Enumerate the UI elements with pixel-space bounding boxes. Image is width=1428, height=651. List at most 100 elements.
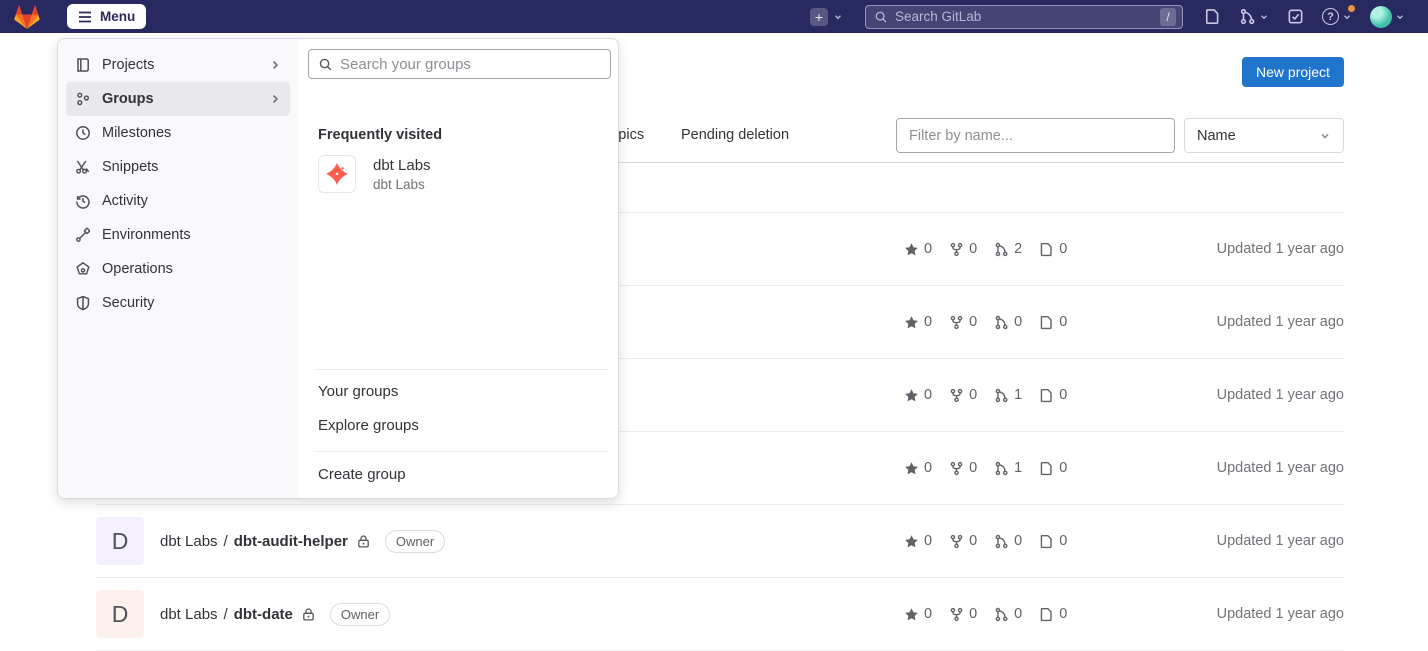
issues-icon: [1039, 388, 1054, 403]
star-count[interactable]: 0: [904, 241, 932, 257]
new-menu-dropdown[interactable]: +: [810, 8, 843, 26]
your-groups-link[interactable]: Your groups: [318, 375, 398, 409]
fork-count[interactable]: 0: [949, 387, 977, 403]
fork-icon: [949, 242, 964, 257]
user-menu-dropdown[interactable]: [1370, 6, 1405, 28]
project-name[interactable]: dbt-date: [234, 606, 293, 623]
star-count[interactable]: 0: [904, 606, 932, 622]
menu-item-snippets[interactable]: Snippets: [66, 150, 290, 184]
star-icon: [904, 388, 919, 403]
issue-count[interactable]: 0: [1039, 387, 1067, 403]
global-search-input[interactable]: [895, 9, 1153, 24]
fork-count[interactable]: 0: [949, 606, 977, 622]
lock-icon: [301, 607, 316, 622]
group-search-box[interactable]: [308, 49, 611, 79]
table-row: D dbt Labs / dbt-date Owner 0 0 0 0 Upda…: [96, 578, 1344, 651]
sort-value: Name: [1197, 128, 1236, 144]
project-avatar[interactable]: D: [96, 590, 144, 638]
merge-request-count[interactable]: 0: [994, 606, 1022, 622]
role-badge: Owner: [330, 603, 390, 626]
search-icon: [874, 10, 888, 24]
project-icon: [75, 57, 91, 73]
issue-count[interactable]: 0: [1039, 241, 1067, 257]
updated-timestamp: Updated 1 year ago: [1082, 387, 1344, 403]
groups-icon: [75, 91, 91, 107]
fork-icon: [949, 315, 964, 330]
star-count[interactable]: 0: [904, 460, 932, 476]
merge-request-count[interactable]: 0: [994, 533, 1022, 549]
menu-item-projects[interactable]: Projects: [66, 48, 290, 82]
menu-item-milestones[interactable]: Milestones: [66, 116, 290, 150]
help-dropdown[interactable]: ?: [1322, 8, 1352, 25]
merge-request-icon: [994, 461, 1009, 476]
issue-count[interactable]: 0: [1039, 533, 1067, 549]
updated-timestamp: Updated 1 year ago: [1082, 460, 1344, 476]
project-name[interactable]: dbt-audit-helper: [234, 533, 348, 550]
project-namespace[interactable]: dbt Labs: [160, 533, 218, 550]
merge-request-count[interactable]: 2: [994, 241, 1022, 257]
issue-count[interactable]: 0: [1039, 460, 1067, 476]
menu-sidebar: Projects Groups Milestones Snippets Acti…: [58, 39, 298, 498]
issues-icon[interactable]: [1204, 8, 1221, 25]
merge-request-count[interactable]: 0: [994, 314, 1022, 330]
issues-icon: [1039, 315, 1054, 330]
chevron-down-icon: [1259, 12, 1269, 22]
menu-item-security[interactable]: Security: [66, 286, 290, 320]
fork-icon: [949, 607, 964, 622]
star-icon: [904, 607, 919, 622]
fork-count[interactable]: 0: [949, 460, 977, 476]
fork-count[interactable]: 0: [949, 533, 977, 549]
menu-button[interactable]: Menu: [67, 4, 146, 29]
fork-icon: [949, 388, 964, 403]
star-count[interactable]: 0: [904, 314, 932, 330]
project-avatar[interactable]: D: [96, 517, 144, 565]
namespace-separator: /: [224, 533, 228, 550]
updated-timestamp: Updated 1 year ago: [1082, 606, 1344, 622]
new-project-button[interactable]: New project: [1242, 57, 1344, 87]
plus-icon: +: [810, 8, 828, 26]
merge-request-count[interactable]: 1: [994, 387, 1022, 403]
updated-timestamp: Updated 1 year ago: [1082, 314, 1344, 330]
sort-dropdown[interactable]: Name: [1184, 118, 1344, 153]
menu-button-label: Menu: [100, 9, 135, 24]
fork-count[interactable]: 0: [949, 241, 977, 257]
project-namespace[interactable]: dbt Labs: [160, 606, 218, 623]
updated-timestamp: Updated 1 year ago: [1082, 241, 1344, 257]
menu-item-groups[interactable]: Groups: [66, 82, 290, 116]
clock-icon: [75, 125, 91, 141]
issues-icon: [1039, 534, 1054, 549]
search-shortcut-badge: /: [1160, 8, 1176, 26]
merge-request-icon: [994, 242, 1009, 257]
chevron-down-icon: [1395, 12, 1405, 22]
menu-item-activity[interactable]: Activity: [66, 184, 290, 218]
filter-by-name-input[interactable]: [896, 118, 1175, 153]
groups-submenu-panel: Frequently visited dbt Labs dbt Labs You…: [298, 39, 618, 498]
main-menu-dropdown-panel: Projects Groups Milestones Snippets Acti…: [57, 38, 619, 499]
avatar: [1370, 6, 1392, 28]
merge-requests-dropdown[interactable]: [1239, 8, 1269, 25]
global-search-box[interactable]: /: [865, 5, 1183, 29]
issue-count[interactable]: 0: [1039, 606, 1067, 622]
group-search-input[interactable]: [340, 56, 601, 73]
create-group-link[interactable]: Create group: [318, 458, 406, 492]
merge-request-count[interactable]: 1: [994, 460, 1022, 476]
todo-icon[interactable]: [1287, 8, 1304, 25]
snippet-icon: [75, 159, 91, 175]
menu-item-environments[interactable]: Environments: [66, 218, 290, 252]
star-count[interactable]: 0: [904, 533, 932, 549]
issue-count[interactable]: 0: [1039, 314, 1067, 330]
chevron-down-icon: [1319, 130, 1331, 142]
menu-item-operations[interactable]: Operations: [66, 252, 290, 286]
issues-icon: [1039, 242, 1054, 257]
shield-icon: [75, 295, 91, 311]
fork-count[interactable]: 0: [949, 314, 977, 330]
frequent-group-dbt-labs[interactable]: dbt Labs dbt Labs: [318, 155, 431, 193]
star-count[interactable]: 0: [904, 387, 932, 403]
gitlab-logo[interactable]: [14, 4, 40, 30]
tab-pending-deletion[interactable]: Pending deletion: [681, 127, 789, 143]
hamburger-icon: [78, 11, 92, 23]
operations-icon: [75, 261, 91, 277]
merge-request-icon: [994, 388, 1009, 403]
namespace-separator: /: [224, 606, 228, 623]
explore-groups-link[interactable]: Explore groups: [318, 409, 419, 443]
